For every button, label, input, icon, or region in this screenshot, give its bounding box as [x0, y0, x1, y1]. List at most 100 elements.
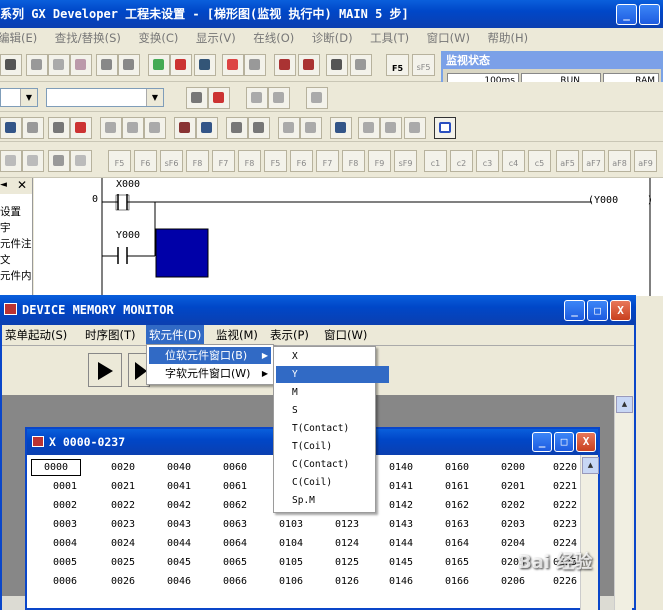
device-cell[interactable]: 0022 [99, 500, 147, 511]
device-cell[interactable]: 0065 [211, 557, 259, 568]
monitor-mode-icon[interactable] [326, 54, 348, 76]
device-cell[interactable]: 0066 [211, 576, 259, 587]
device-cell[interactable]: 0143 [377, 519, 425, 530]
device-cell[interactable]: 0104 [267, 538, 315, 549]
device-cell[interactable]: 0062 [211, 500, 259, 511]
device-cell[interactable]: 0064 [211, 538, 259, 549]
device-cell[interactable]: 0124 [323, 538, 371, 549]
f9-line-key[interactable]: F9 [368, 150, 391, 172]
device-cell[interactable]: 0162 [433, 500, 481, 511]
af9-key[interactable]: aF9 [634, 150, 657, 172]
dm-menu-window[interactable]: 窗口(W) [321, 325, 370, 345]
print-icon[interactable] [0, 54, 22, 76]
read-mode-icon[interactable] [330, 117, 352, 139]
dm-menu-timing-chart[interactable]: 时序图(T) [82, 325, 139, 345]
device-list-icon[interactable] [174, 117, 196, 139]
device-cell[interactable]: 0046 [155, 576, 203, 587]
dm-menu-device[interactable]: 软元件(D) [146, 325, 205, 345]
device-cell[interactable]: 0024 [99, 538, 147, 549]
monitor-start-icon[interactable] [274, 54, 296, 76]
device-s-item[interactable]: S [276, 402, 389, 419]
menu-diagnostics[interactable]: 诊断(D) [312, 28, 353, 48]
device-monitor-icon[interactable] [434, 117, 456, 139]
af5-key[interactable]: aF5 [556, 150, 579, 172]
f5-line-key[interactable]: F5 [264, 150, 287, 172]
c2-key[interactable]: c2 [450, 150, 473, 172]
menu-edit[interactable]: 编辑(E) [0, 28, 37, 48]
tree-item-2[interactable]: 宇 [0, 220, 11, 235]
insert-row-icon[interactable] [100, 117, 122, 139]
project-data-combo[interactable]: ▼ [0, 88, 38, 107]
sf5-contact-key[interactable]: sF5 [412, 54, 435, 76]
device-cell[interactable]: 0061 [211, 481, 259, 492]
device-cell[interactable]: 0144 [377, 538, 425, 549]
monitor-run-button[interactable] [88, 353, 122, 387]
monitor-write-icon[interactable] [404, 117, 426, 139]
device-cell[interactable]: 0103 [267, 519, 315, 530]
mdi-vertical-scrollbar[interactable]: ▲ [614, 395, 633, 610]
f8-line-key[interactable]: F8 [342, 150, 365, 172]
monitor-minimize-button[interactable]: _ [564, 300, 585, 321]
ladder-view-icon[interactable] [186, 87, 208, 109]
device-cell[interactable]: 0020 [99, 462, 147, 473]
shortcut-key-icon-2[interactable] [22, 150, 44, 172]
mdi-scroll-up-icon[interactable]: ▲ [616, 396, 633, 413]
menu-convert[interactable]: 变换(C) [138, 28, 178, 48]
device-cell[interactable]: 0126 [323, 576, 371, 587]
f6-closed-contact-key[interactable]: F6 [134, 150, 157, 172]
device-cell[interactable]: 0200 [489, 462, 537, 473]
device-cell[interactable]: 0005 [41, 557, 89, 568]
device-cell[interactable]: 0001 [41, 481, 89, 492]
device-cell[interactable]: 0123 [323, 519, 371, 530]
menu-help[interactable]: 帮助(H) [487, 28, 528, 48]
parameter-icon[interactable] [306, 87, 328, 109]
sfc-step-icon[interactable] [248, 117, 270, 139]
tree-item-device-memory[interactable]: 元件内 [0, 268, 32, 283]
device-cell[interactable]: 0145 [377, 557, 425, 568]
word-device-window-item[interactable]: 字软元件窗口(W) ▶ [149, 365, 271, 382]
tree-item-device-comment[interactable]: 元件注 [0, 236, 32, 251]
af8-key[interactable]: aF8 [608, 150, 631, 172]
cut-icon[interactable] [26, 54, 48, 76]
undo-icon[interactable] [96, 54, 118, 76]
menu-window[interactable]: 窗口(W) [427, 28, 470, 48]
device-cell[interactable]: 0000 [31, 459, 81, 476]
device-cell[interactable]: 0164 [433, 538, 481, 549]
statement-icon[interactable] [48, 117, 70, 139]
insert-column-icon[interactable] [144, 117, 166, 139]
tree-item-settings[interactable]: 设置 [0, 204, 21, 219]
ladder-diagram-area[interactable]: 0 X000 Y000 (Y000 ) [34, 178, 663, 296]
comment-icon[interactable] [268, 87, 290, 109]
instruction-search-icon[interactable] [170, 54, 192, 76]
device-c-coil-item[interactable]: C(Coil) [276, 474, 389, 491]
x-close-button[interactable]: X [576, 432, 596, 452]
dm-menu-monitor[interactable]: 监视(M) [213, 325, 261, 345]
redo-icon[interactable] [118, 54, 140, 76]
device-t-contact-item[interactable]: T(Contact) [276, 420, 389, 437]
x-minimize-button[interactable]: _ [532, 432, 552, 452]
x-maximize-button[interactable]: □ [554, 432, 574, 452]
f8-key[interactable]: F8 [186, 150, 209, 172]
read-plc-icon[interactable] [244, 54, 266, 76]
device-cell[interactable]: 0021 [99, 481, 147, 492]
sf6-key[interactable]: sF6 [160, 150, 183, 172]
c4-key[interactable]: c4 [502, 150, 525, 172]
device-m-item[interactable]: M [276, 384, 389, 401]
dm-menu-startup[interactable]: 菜单起动(S) [2, 325, 70, 345]
zoom-icon[interactable] [0, 117, 22, 139]
f5-contact-key[interactable]: F5 [386, 54, 409, 76]
device-cell[interactable]: 0002 [41, 500, 89, 511]
device-cell[interactable]: 0146 [377, 576, 425, 587]
device-cell[interactable]: 0063 [211, 519, 259, 530]
device-y-item[interactable]: Y [276, 366, 389, 383]
device-search-icon[interactable] [148, 54, 170, 76]
device-cell[interactable]: 0160 [433, 462, 481, 473]
device-cell[interactable]: 0203 [489, 519, 537, 530]
device-test-icon[interactable] [350, 54, 372, 76]
device-cell[interactable]: 0006 [41, 576, 89, 587]
device-cell[interactable]: 0161 [433, 481, 481, 492]
device-cell[interactable]: 0060 [211, 462, 259, 473]
menu-view[interactable]: 显示(V) [196, 28, 236, 48]
menu-tools[interactable]: 工具(T) [370, 28, 409, 48]
device-x-item[interactable]: X [276, 348, 389, 365]
